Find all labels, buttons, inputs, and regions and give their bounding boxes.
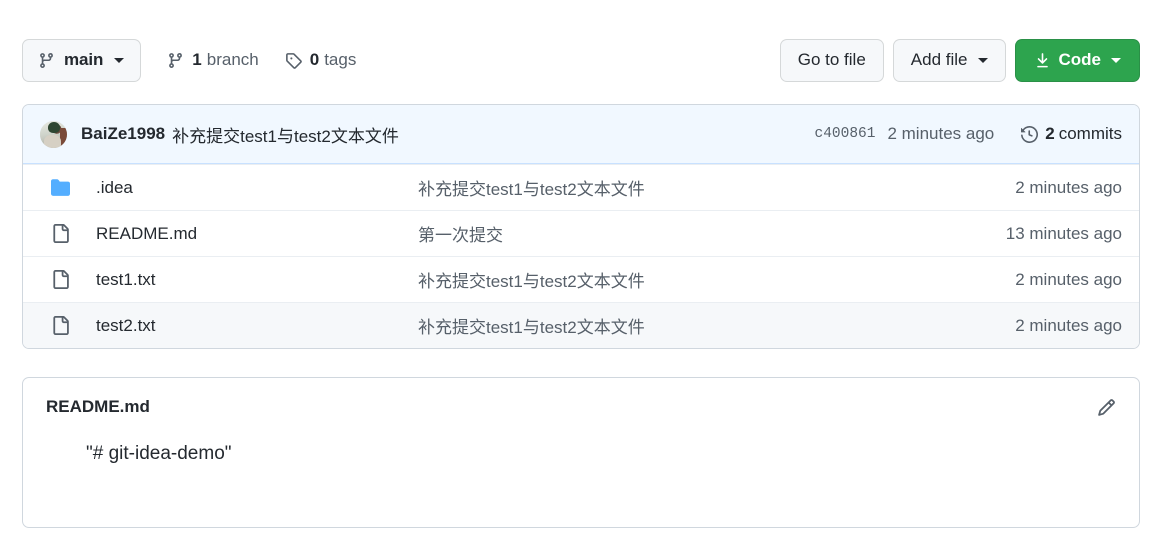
chevron-down-icon	[978, 58, 988, 63]
commits-history-link[interactable]: 2 commits	[1021, 124, 1122, 144]
file-list-panel: BaiZe1998 补充提交test1与test2文本文件 c400861 2 …	[22, 104, 1140, 349]
pencil-icon[interactable]	[1097, 398, 1122, 417]
commit-meta: c400861 2 minutes ago 2 commits	[815, 124, 1122, 144]
file-icon	[51, 224, 73, 243]
commit-timestamp: 2 minutes ago	[887, 124, 994, 144]
add-file-button[interactable]: Add file	[893, 39, 1006, 82]
file-commit-message[interactable]: 补充提交test1与test2文本文件	[418, 175, 995, 200]
branch-name-label: main	[64, 50, 103, 70]
file-name-link[interactable]: README.md	[96, 224, 418, 244]
readme-content: "# git-idea-demo"	[23, 417, 1139, 465]
branch-count: 1	[192, 50, 201, 70]
latest-commit-bar: BaiZe1998 补充提交test1与test2文本文件 c400861 2 …	[23, 105, 1139, 164]
file-timestamp: 13 minutes ago	[986, 224, 1122, 244]
commit-sha-link[interactable]: c400861	[815, 126, 876, 142]
folder-icon	[51, 178, 73, 197]
chevron-down-icon	[114, 58, 124, 63]
tags-link[interactable]: 0 tags	[285, 50, 357, 70]
file-timestamp: 2 minutes ago	[995, 316, 1122, 336]
commit-author-link[interactable]: BaiZe1998	[81, 124, 165, 144]
chevron-down-icon	[1111, 58, 1121, 63]
file-commit-message[interactable]: 补充提交test1与test2文本文件	[418, 267, 995, 292]
commits-count: 2	[1045, 124, 1054, 144]
branches-link[interactable]: 1 branch	[167, 50, 258, 70]
file-name-link[interactable]: .idea	[96, 178, 418, 198]
repo-actions: Go to file Add file Code	[780, 39, 1140, 82]
readme-panel: README.md "# git-idea-demo"	[22, 377, 1140, 528]
go-to-file-button[interactable]: Go to file	[780, 39, 884, 82]
table-row[interactable]: README.md 第一次提交 13 minutes ago	[23, 210, 1139, 256]
table-row[interactable]: .idea 补充提交test1与test2文本文件 2 minutes ago	[23, 164, 1139, 210]
tag-count: 0	[310, 50, 319, 70]
repo-toolbar: main 1 branch 0 tags	[22, 38, 1140, 82]
readme-title: README.md	[46, 397, 150, 417]
table-row[interactable]: test2.txt 补充提交test1与test2文本文件 2 minutes …	[23, 302, 1139, 348]
file-icon	[51, 316, 73, 335]
table-row[interactable]: test1.txt 补充提交test1与test2文本文件 2 minutes …	[23, 256, 1139, 302]
history-clock-icon	[1021, 126, 1038, 143]
file-timestamp: 2 minutes ago	[995, 178, 1122, 198]
commits-count-label: commits	[1059, 124, 1122, 144]
avatar[interactable]	[40, 121, 67, 148]
commit-message-link[interactable]: 补充提交test1与test2文本文件	[172, 122, 399, 147]
repo-meta-group: 1 branch 0 tags	[167, 50, 356, 70]
file-commit-message[interactable]: 补充提交test1与test2文本文件	[418, 313, 995, 338]
file-name-link[interactable]: test2.txt	[96, 316, 418, 336]
git-branch-icon	[167, 52, 184, 69]
download-icon	[1034, 52, 1051, 69]
code-button[interactable]: Code	[1015, 39, 1141, 82]
readme-header: README.md	[23, 378, 1139, 417]
tag-count-label: tags	[324, 50, 356, 70]
go-to-file-label: Go to file	[798, 50, 866, 70]
file-name-link[interactable]: test1.txt	[96, 270, 418, 290]
tag-icon	[285, 52, 302, 69]
add-file-label: Add file	[911, 50, 968, 70]
file-timestamp: 2 minutes ago	[995, 270, 1122, 290]
branch-count-label: branch	[207, 50, 259, 70]
repository-file-browser: main 1 branch 0 tags	[0, 0, 1162, 542]
file-icon	[51, 270, 73, 289]
file-commit-message[interactable]: 第一次提交	[418, 221, 986, 246]
branch-selector-button[interactable]: main	[22, 39, 141, 82]
code-label: Code	[1059, 50, 1102, 70]
git-branch-icon	[38, 52, 55, 69]
